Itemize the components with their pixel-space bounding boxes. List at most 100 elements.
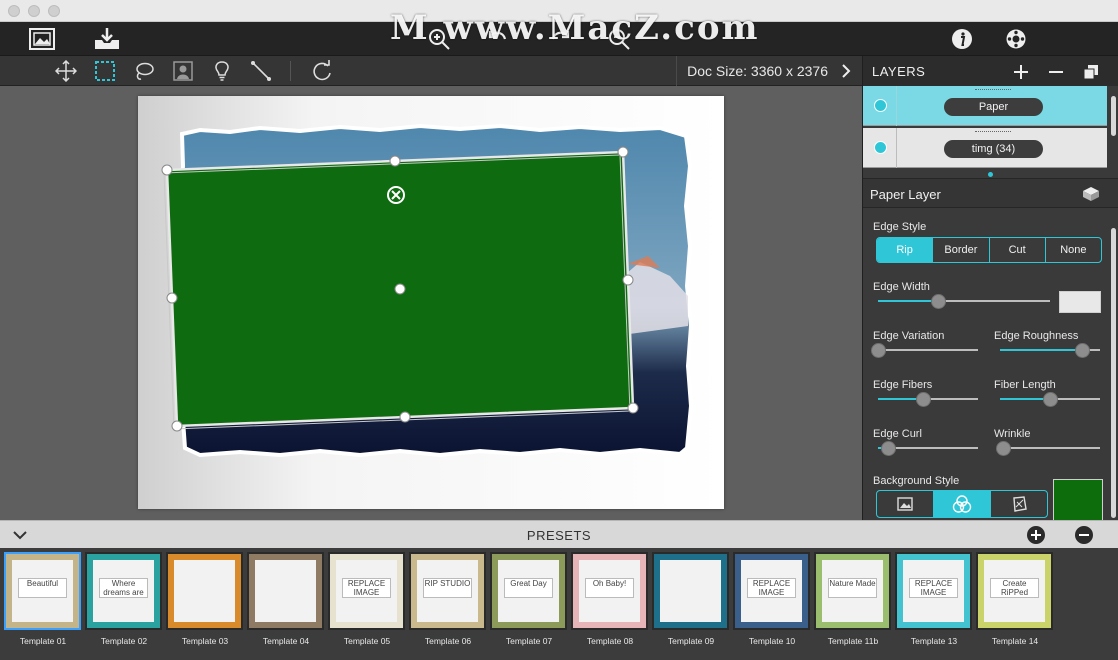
layer-row-timg[interactable]: timg (34) bbox=[863, 128, 1107, 168]
background-style-texture[interactable] bbox=[991, 491, 1047, 517]
portrait-icon bbox=[173, 61, 193, 81]
refresh-icon bbox=[313, 60, 331, 81]
preset-thumbnail[interactable] bbox=[166, 552, 243, 630]
preset-label: Template 09 bbox=[667, 636, 715, 646]
lasso-tool[interactable] bbox=[131, 59, 157, 83]
add-layer-button[interactable] bbox=[1010, 61, 1032, 83]
randomize-dice-icon[interactable] bbox=[1082, 186, 1100, 202]
preset-art-text: REPLACE IMAGE bbox=[342, 578, 391, 598]
background-style-label: Background Style bbox=[873, 475, 960, 487]
preset-thumbnail[interactable]: RIP STUDIO bbox=[409, 552, 486, 630]
properties-scrollbar[interactable] bbox=[1111, 228, 1116, 518]
layer-visibility-toggle[interactable] bbox=[874, 99, 887, 112]
presets-strip: Beautiful Template 01 Where dreams are M… bbox=[0, 548, 1118, 660]
edge-style-none[interactable]: None bbox=[1046, 238, 1101, 262]
preset-label: Template 06 bbox=[424, 636, 472, 646]
edge-curl-label: Edge Curl bbox=[873, 428, 922, 440]
window-close-button[interactable] bbox=[8, 5, 20, 17]
wrinkle-label: Wrinkle bbox=[994, 428, 1031, 440]
edge-fibers-slider[interactable] bbox=[878, 392, 978, 407]
background-color-swatch[interactable] bbox=[1053, 479, 1103, 521]
preset-thumbnail[interactable]: Where dreams are Made bbox=[85, 552, 162, 630]
handle-top-right[interactable] bbox=[617, 146, 629, 158]
preset-thumbnail[interactable]: Great Day bbox=[490, 552, 567, 630]
remove-preset-button[interactable] bbox=[1074, 525, 1094, 545]
handle-top[interactable] bbox=[389, 155, 401, 167]
layer-name: timg (34) bbox=[944, 140, 1043, 158]
chevron-right-icon bbox=[842, 64, 851, 78]
window-zoom-button[interactable] bbox=[48, 5, 60, 17]
edge-curl-slider[interactable] bbox=[878, 441, 978, 456]
preset-art-text: REPLACE IMAGE bbox=[747, 578, 796, 598]
toolbar-divider bbox=[290, 61, 291, 81]
edge-style-rip[interactable]: Rip bbox=[877, 238, 934, 262]
remove-layer-button[interactable] bbox=[1045, 61, 1067, 83]
layers-page-dot bbox=[988, 172, 993, 177]
preset-thumbnail[interactable] bbox=[247, 552, 324, 630]
presets-title: PRESETS bbox=[526, 528, 592, 543]
reset-tool[interactable] bbox=[309, 59, 335, 83]
doc-size-value: 3360 x 2376 bbox=[750, 63, 828, 79]
preset-thumbnail[interactable]: Create RiPPed bbox=[976, 552, 1053, 630]
edge-color-swatch[interactable] bbox=[1059, 291, 1101, 313]
preset-thumbnail[interactable]: Oh Baby! bbox=[571, 552, 648, 630]
preset-thumbnail[interactable]: REPLACE IMAGE bbox=[733, 552, 810, 630]
edge-variation-slider[interactable] bbox=[871, 343, 978, 358]
layer-drag-grip[interactable] bbox=[975, 131, 1011, 133]
handle-center[interactable] bbox=[394, 283, 406, 295]
canvas-area[interactable] bbox=[0, 86, 862, 520]
handle-bottom-right[interactable] bbox=[627, 402, 639, 414]
right-panel: LAYERS Paper timg (34) Paper Layer Edge … bbox=[862, 56, 1118, 521]
preset-label: Template 02 bbox=[100, 636, 148, 646]
handle-top-left[interactable] bbox=[161, 164, 173, 176]
bulb-tool[interactable] bbox=[209, 59, 235, 83]
open-image-button[interactable] bbox=[27, 24, 57, 54]
lasso-icon bbox=[136, 62, 154, 80]
preset-thumbnail[interactable]: REPLACE IMAGE bbox=[328, 552, 405, 630]
preset-thumbnail[interactable]: REPLACE IMAGE bbox=[895, 552, 972, 630]
preset-label: Template 03 bbox=[181, 636, 229, 646]
background-style-image[interactable] bbox=[877, 491, 934, 517]
edge-roughness-slider[interactable] bbox=[1000, 343, 1100, 358]
preset-thumbnail[interactable] bbox=[652, 552, 729, 630]
layer-drag-grip[interactable] bbox=[975, 89, 1011, 91]
window-minimize-button[interactable] bbox=[28, 5, 40, 17]
rect-select-tool[interactable] bbox=[92, 59, 118, 83]
delete-layer-handle[interactable] bbox=[387, 186, 405, 204]
layer-visibility-toggle[interactable] bbox=[874, 141, 887, 154]
background-style-color[interactable] bbox=[934, 491, 991, 517]
handle-bottom[interactable] bbox=[399, 411, 411, 423]
edge-style-border[interactable]: Border bbox=[933, 238, 990, 262]
preset-art-text: Beautiful bbox=[18, 578, 67, 598]
preset-label: Template 13 bbox=[910, 636, 958, 646]
fiber-length-slider[interactable] bbox=[1000, 392, 1100, 407]
edge-width-slider[interactable] bbox=[878, 294, 1050, 309]
layer-row-paper[interactable]: Paper bbox=[863, 86, 1107, 126]
handle-right[interactable] bbox=[622, 274, 634, 286]
preset-art-text: Great Day bbox=[504, 578, 553, 598]
wrinkle-slider[interactable] bbox=[996, 441, 1100, 456]
image-frame-icon bbox=[29, 28, 55, 50]
line-tool[interactable] bbox=[248, 59, 274, 83]
toggle-panel-button[interactable] bbox=[836, 59, 856, 83]
layer-row-divider bbox=[896, 128, 897, 168]
plus-icon bbox=[1014, 65, 1028, 79]
layers-scrollbar[interactable] bbox=[1111, 96, 1116, 136]
layer-name: Paper bbox=[944, 98, 1043, 116]
gear-icon bbox=[1006, 29, 1026, 49]
save-button[interactable] bbox=[92, 24, 122, 54]
image-icon bbox=[897, 497, 913, 511]
settings-button[interactable] bbox=[1001, 24, 1031, 54]
edge-style-cut[interactable]: Cut bbox=[990, 238, 1046, 262]
tools-bar: Doc Size: 3360 x 2376 bbox=[0, 56, 862, 86]
duplicate-layer-button[interactable] bbox=[1080, 61, 1102, 83]
download-tray-icon bbox=[95, 28, 119, 49]
portrait-tool[interactable] bbox=[170, 59, 196, 83]
handle-left[interactable] bbox=[166, 292, 178, 304]
preset-thumbnail[interactable]: Beautiful bbox=[4, 552, 81, 630]
move-tool[interactable] bbox=[53, 59, 79, 83]
handle-bottom-left[interactable] bbox=[171, 420, 183, 432]
info-button[interactable] bbox=[947, 24, 977, 54]
preset-thumbnail[interactable]: Nature Made bbox=[814, 552, 891, 630]
add-preset-button[interactable] bbox=[1026, 525, 1046, 545]
